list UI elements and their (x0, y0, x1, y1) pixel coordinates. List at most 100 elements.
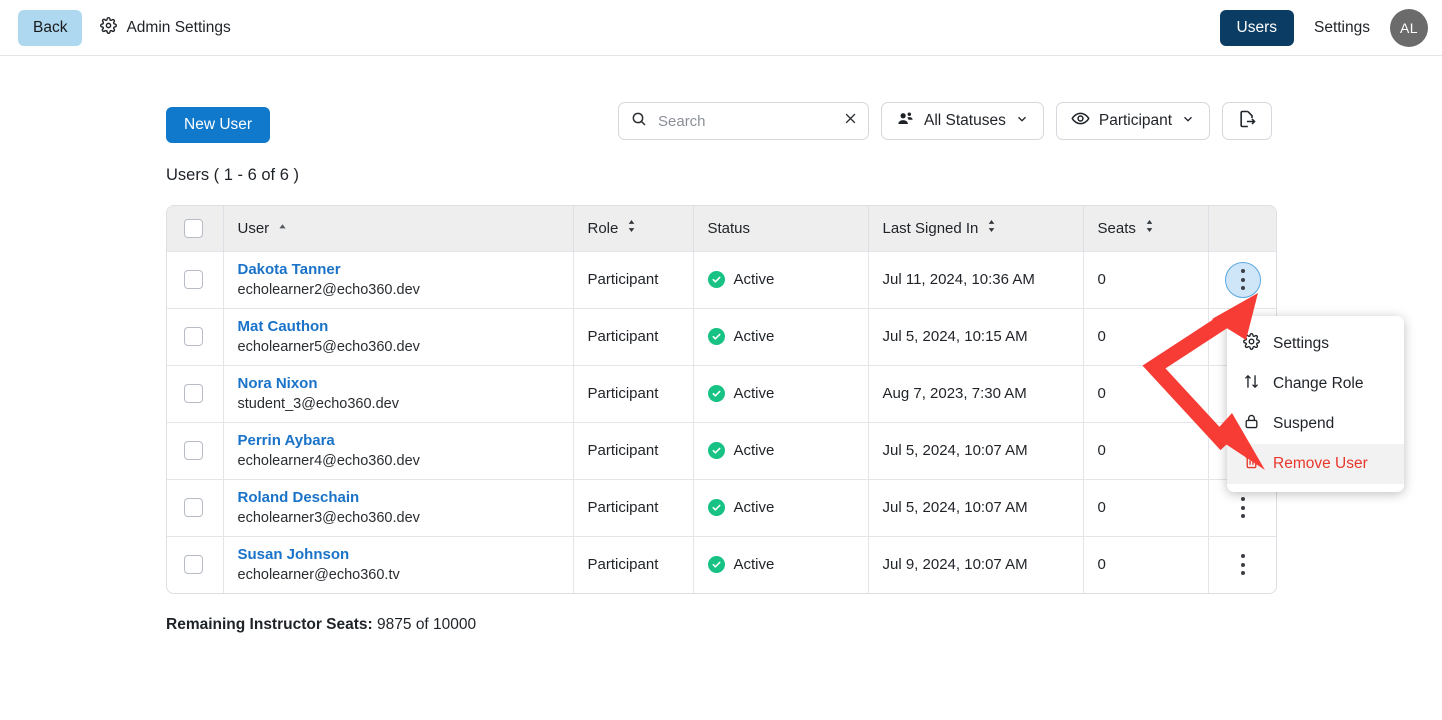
row-actions-menu: Settings Change Role Suspend Remove User (1227, 316, 1404, 492)
role-filter-label: Participant (1098, 112, 1173, 129)
search-input[interactable] (656, 111, 834, 131)
swap-arrows-icon (1243, 373, 1260, 395)
column-header-role[interactable]: Role (573, 206, 694, 251)
last-signed-in-cell: Jul 9, 2024, 10:07 AM (868, 536, 1084, 593)
row-actions-cell (1208, 536, 1276, 593)
last-signed-in-cell: Jul 5, 2024, 10:07 AM (868, 479, 1084, 536)
status-active-icon (707, 328, 725, 345)
back-button[interactable]: Back (18, 9, 83, 46)
menu-item-remove-user[interactable]: Remove User (1227, 444, 1404, 484)
tab-users[interactable]: Users (1219, 9, 1294, 46)
new-user-button[interactable]: New User (166, 107, 271, 143)
user-name-link[interactable]: Perrin Aybara (238, 431, 559, 450)
user-cell: Perrin Aybara echolearner4@echo360.dev (223, 422, 574, 479)
status-badge: Active (733, 385, 775, 402)
chevron-down-icon (1015, 112, 1029, 131)
column-header-seats-label: Seats (1097, 219, 1136, 237)
select-all-checkbox[interactable] (184, 218, 203, 238)
row-checkbox[interactable] (184, 441, 203, 460)
row-checkbox[interactable] (184, 327, 203, 346)
user-name-link[interactable]: Susan Johnson (238, 545, 559, 564)
row-actions-cell (1208, 251, 1276, 308)
table-row: Dakota Tanner echolearner2@echo360.dev Par… (167, 251, 1276, 308)
column-header-seats[interactable]: Seats (1083, 206, 1209, 251)
search-box[interactable] (618, 102, 869, 140)
status-filter-label: All Statuses (924, 112, 1006, 129)
user-name-link[interactable]: Dakota Tanner (238, 260, 559, 279)
last-signed-in-cell: Jul 5, 2024, 10:15 AM (868, 308, 1084, 365)
column-header-status: Status (693, 206, 869, 251)
user-name-link[interactable]: Nora Nixon (238, 374, 559, 393)
sort-both-icon (626, 219, 637, 237)
table-body: Dakota Tanner echolearner2@echo360.dev Par… (167, 251, 1276, 593)
eye-icon (1071, 109, 1090, 133)
users-table: User Role Status Last Signed In Seats Da… (167, 206, 1276, 593)
status-active-icon (707, 556, 725, 574)
seats-cell: 0 (1083, 365, 1209, 422)
status-cell: Active (693, 308, 869, 365)
status-badge: Active (733, 271, 775, 288)
column-header-user[interactable]: User (223, 206, 574, 251)
avatar[interactable]: AL (1390, 8, 1428, 47)
people-icon (896, 109, 915, 133)
row-checkbox[interactable] (184, 498, 203, 517)
row-checkbox[interactable] (184, 270, 203, 289)
last-signed-in-cell: Jul 11, 2024, 10:36 AM (868, 251, 1084, 308)
menu-item-suspend[interactable]: Suspend (1227, 404, 1404, 444)
row-actions-button[interactable] (1223, 497, 1265, 518)
select-all-header (167, 206, 224, 251)
status-badge: Active (733, 442, 775, 459)
sort-both-icon (986, 219, 997, 237)
row-select-cell (167, 365, 224, 422)
user-name-link[interactable]: Roland Deschain (238, 488, 559, 507)
seats-cell: 0 (1083, 479, 1209, 536)
gear-icon (100, 16, 118, 39)
status-cell: Active (693, 422, 869, 479)
user-email: echolearner@echo360.tv (237, 566, 400, 583)
role-cell: Participant (573, 479, 694, 536)
remaining-seats-title: Remaining Instructor Seats: (166, 616, 373, 633)
top-bar-right: Users Settings AL (1219, 8, 1428, 47)
role-cell: Participant (573, 251, 694, 308)
menu-item-suspend-label: Suspend (1273, 415, 1335, 432)
lock-icon (1243, 413, 1260, 435)
menu-item-change-role-label: Change Role (1273, 375, 1364, 392)
tab-settings[interactable]: Settings (1310, 19, 1374, 37)
toolbar: New User Search All Statuses Participant (166, 102, 1442, 148)
row-checkbox[interactable] (184, 555, 203, 575)
menu-item-change-role[interactable]: Change Role (1227, 364, 1404, 404)
last-signed-in-cell: Aug 7, 2023, 7:30 AM (868, 365, 1084, 422)
user-email: echolearner4@echo360.dev (237, 452, 420, 469)
top-bar: Back Admin Settings Users Settings AL (0, 0, 1442, 56)
role-cell: Participant (573, 422, 694, 479)
sort-asc-icon (277, 220, 288, 237)
close-icon[interactable] (843, 111, 858, 131)
row-checkbox[interactable] (184, 384, 203, 403)
seats-cell: 0 (1083, 536, 1209, 593)
seats-cell: 0 (1083, 251, 1209, 308)
users-count-label: Users ( 1 - 6 of 6 ) (166, 166, 299, 184)
user-cell: Mat Cauthon echolearner5@echo360.dev (223, 308, 574, 365)
remaining-seats-label: Remaining Instructor Seats: 9875 of 1000… (166, 616, 1442, 634)
kebab-icon (1241, 497, 1246, 518)
admin-settings-label-group: Admin Settings (100, 16, 231, 39)
status-active-icon (707, 271, 725, 288)
user-email: echolearner5@echo360.dev (237, 338, 420, 355)
row-actions-button[interactable] (1223, 554, 1265, 576)
status-active-icon (707, 385, 725, 402)
status-filter-button[interactable]: All Statuses (881, 102, 1044, 140)
role-filter-button[interactable]: Participant (1055, 102, 1211, 140)
row-select-cell (167, 536, 224, 593)
search-icon (631, 111, 647, 132)
table-row: Roland Deschain echolearner3@echo360.dev P… (167, 479, 1276, 536)
user-cell: Susan Johnson echolearner@echo360.tv (223, 536, 574, 593)
export-button[interactable] (1222, 102, 1273, 140)
row-select-cell (167, 251, 224, 308)
status-cell: Active (693, 536, 869, 593)
menu-item-settings[interactable]: Settings (1227, 324, 1404, 364)
status-active-icon (707, 499, 725, 516)
user-name-link[interactable]: Mat Cauthon (238, 317, 559, 336)
row-actions-button[interactable] (1225, 261, 1262, 298)
role-cell: Participant (573, 536, 694, 593)
column-header-last-signed-in[interactable]: Last Signed In (868, 206, 1084, 251)
